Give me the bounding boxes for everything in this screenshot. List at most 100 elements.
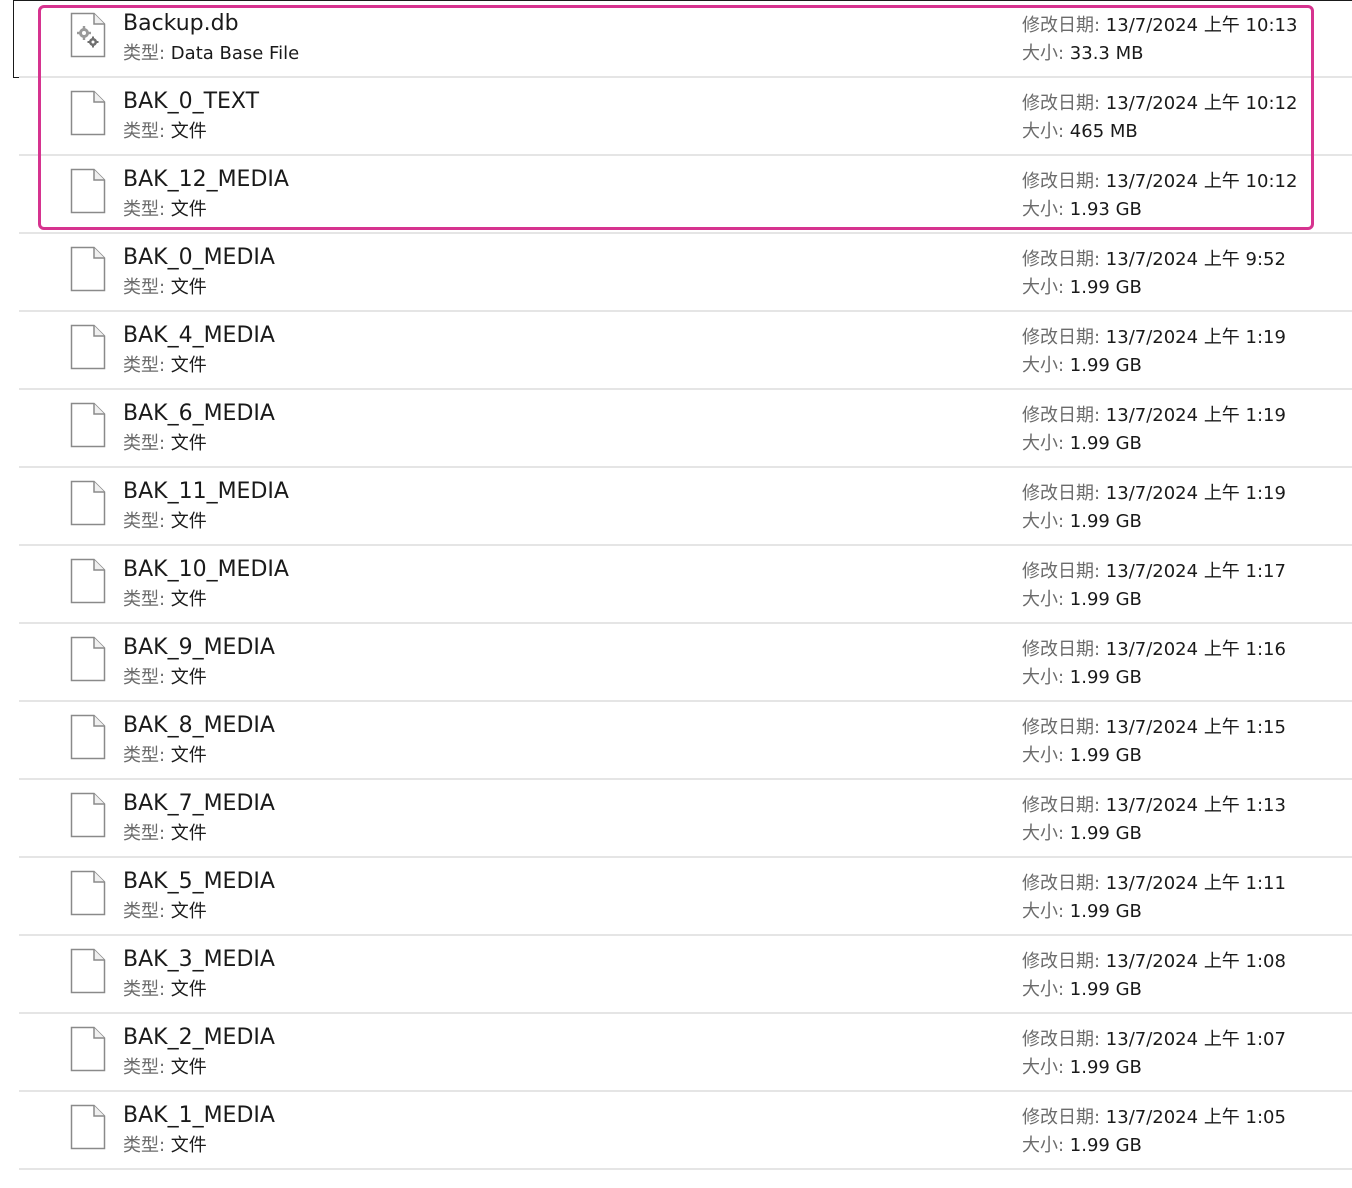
file-name: BAK_8_MEDIA [123, 713, 275, 738]
blank-file-icon [70, 324, 106, 370]
type-label: 类型: [123, 745, 171, 766]
blank-file-icon [70, 792, 106, 838]
file-type: 类型: 文件 [123, 1056, 207, 1080]
type-value: 文件 [170, 511, 207, 532]
file-name: BAK_1_MEDIA [123, 1103, 275, 1128]
file-row[interactable]: BAK_11_MEDIA 类型: 文件 修改日期: 13/7/2024 上午 1… [0, 468, 1352, 546]
modified-date: 修改日期: 13/7/2024 上午 1:13 [1022, 794, 1286, 818]
blank-file-icon [70, 90, 106, 136]
size-value: 1.93 GB [1069, 199, 1142, 220]
type-label: 类型: [123, 1057, 171, 1078]
size-value: 1.99 GB [1069, 511, 1142, 532]
type-label: 类型: [123, 667, 171, 688]
file-name: BAK_4_MEDIA [123, 323, 275, 348]
modified-label: 修改日期: [1022, 873, 1106, 894]
size-value: 1.99 GB [1069, 277, 1142, 298]
file-name: BAK_7_MEDIA [123, 791, 275, 816]
modified-value: 13/7/2024 上午 1:19 [1105, 483, 1286, 504]
file-size: 大小: 1.99 GB [1022, 1056, 1142, 1080]
modified-label: 修改日期: [1022, 639, 1106, 660]
file-row[interactable]: BAK_0_TEXT 类型: 文件 修改日期: 13/7/2024 上午 10:… [0, 78, 1352, 156]
database-file-icon [70, 12, 106, 58]
type-value: 文件 [170, 823, 207, 844]
file-row[interactable]: BAK_5_MEDIA 类型: 文件 修改日期: 13/7/2024 上午 1:… [0, 858, 1352, 936]
file-name: BAK_9_MEDIA [123, 635, 275, 660]
size-label: 大小: [1022, 901, 1070, 922]
blank-file-icon [70, 1104, 106, 1150]
file-name: BAK_2_MEDIA [123, 1025, 275, 1050]
file-name: BAK_6_MEDIA [123, 401, 275, 426]
size-value: 1.99 GB [1069, 1135, 1142, 1156]
file-row[interactable]: BAK_0_MEDIA 类型: 文件 修改日期: 13/7/2024 上午 9:… [0, 234, 1352, 312]
size-label: 大小: [1022, 589, 1070, 610]
size-label: 大小: [1022, 979, 1070, 1000]
modified-value: 13/7/2024 上午 1:13 [1105, 795, 1286, 816]
file-row[interactable]: BAK_1_MEDIA 类型: 文件 修改日期: 13/7/2024 上午 1:… [0, 1092, 1352, 1170]
type-value: 文件 [170, 979, 207, 1000]
type-value: Data Base File [170, 43, 300, 64]
blank-file-icon [70, 480, 106, 526]
file-size: 大小: 1.99 GB [1022, 900, 1142, 924]
file-row[interactable]: BAK_2_MEDIA 类型: 文件 修改日期: 13/7/2024 上午 1:… [0, 1014, 1352, 1092]
file-type: 类型: 文件 [123, 822, 207, 846]
modified-date: 修改日期: 13/7/2024 上午 10:12 [1022, 170, 1297, 194]
file-size: 大小: 1.99 GB [1022, 978, 1142, 1002]
modified-date: 修改日期: 13/7/2024 上午 10:13 [1022, 14, 1297, 38]
modified-value: 13/7/2024 上午 1:05 [1105, 1107, 1286, 1128]
modified-date: 修改日期: 13/7/2024 上午 1:19 [1022, 482, 1286, 506]
size-value: 1.99 GB [1069, 355, 1142, 376]
modified-value: 13/7/2024 上午 10:12 [1105, 171, 1298, 192]
file-type: 类型: 文件 [123, 666, 207, 690]
modified-value: 13/7/2024 上午 1:15 [1105, 717, 1286, 738]
type-label: 类型: [123, 979, 171, 1000]
file-row[interactable]: BAK_9_MEDIA 类型: 文件 修改日期: 13/7/2024 上午 1:… [0, 624, 1352, 702]
modified-value: 13/7/2024 上午 1:16 [1105, 639, 1286, 660]
blank-file-icon [70, 870, 106, 916]
modified-label: 修改日期: [1022, 15, 1106, 36]
file-type: 类型: 文件 [123, 198, 207, 222]
type-value: 文件 [170, 1057, 207, 1078]
file-row[interactable]: BAK_10_MEDIA 类型: 文件 修改日期: 13/7/2024 上午 1… [0, 546, 1352, 624]
size-label: 大小: [1022, 511, 1070, 532]
modified-label: 修改日期: [1022, 717, 1106, 738]
type-label: 类型: [123, 43, 171, 64]
file-row[interactable]: BAK_6_MEDIA 类型: 文件 修改日期: 13/7/2024 上午 1:… [0, 390, 1352, 468]
file-size: 大小: 33.3 MB [1022, 42, 1143, 66]
size-value: 465 MB [1069, 121, 1138, 142]
blank-file-icon [70, 246, 106, 292]
file-name: BAK_10_MEDIA [123, 557, 289, 582]
modified-label: 修改日期: [1022, 171, 1106, 192]
modified-value: 13/7/2024 上午 1:07 [1105, 1029, 1286, 1050]
file-size: 大小: 1.99 GB [1022, 1134, 1142, 1158]
file-row[interactable]: Backup.db 类型: Data Base File 修改日期: 13/7/… [0, 0, 1352, 78]
blank-file-icon [70, 636, 106, 682]
file-type: 类型: 文件 [123, 354, 207, 378]
type-value: 文件 [170, 277, 207, 298]
file-size: 大小: 1.99 GB [1022, 588, 1142, 612]
blank-file-icon [70, 948, 106, 994]
file-size: 大小: 1.99 GB [1022, 276, 1142, 300]
file-row[interactable]: BAK_8_MEDIA 类型: 文件 修改日期: 13/7/2024 上午 1:… [0, 702, 1352, 780]
modified-label: 修改日期: [1022, 1029, 1106, 1050]
modified-value: 13/7/2024 上午 9:52 [1105, 249, 1286, 270]
file-row[interactable]: BAK_3_MEDIA 类型: 文件 修改日期: 13/7/2024 上午 1:… [0, 936, 1352, 1014]
size-label: 大小: [1022, 433, 1070, 454]
modified-date: 修改日期: 13/7/2024 上午 10:12 [1022, 92, 1297, 116]
modified-date: 修改日期: 13/7/2024 上午 1:08 [1022, 950, 1286, 974]
file-name: BAK_0_TEXT [123, 89, 260, 114]
file-row[interactable]: BAK_7_MEDIA 类型: 文件 修改日期: 13/7/2024 上午 1:… [0, 780, 1352, 858]
file-name: Backup.db [123, 11, 239, 36]
modified-label: 修改日期: [1022, 93, 1106, 114]
size-label: 大小: [1022, 1135, 1070, 1156]
size-value: 1.99 GB [1069, 979, 1142, 1000]
file-type: 类型: Data Base File [123, 42, 299, 66]
file-row[interactable]: BAK_12_MEDIA 类型: 文件 修改日期: 13/7/2024 上午 1… [0, 156, 1352, 234]
type-value: 文件 [170, 745, 207, 766]
file-row[interactable]: BAK_4_MEDIA 类型: 文件 修改日期: 13/7/2024 上午 1:… [0, 312, 1352, 390]
modified-value: 13/7/2024 上午 1:08 [1105, 951, 1286, 972]
type-label: 类型: [123, 1135, 171, 1156]
size-label: 大小: [1022, 199, 1070, 220]
type-label: 类型: [123, 901, 171, 922]
file-size: 大小: 1.99 GB [1022, 510, 1142, 534]
modified-date: 修改日期: 13/7/2024 上午 1:19 [1022, 326, 1286, 350]
